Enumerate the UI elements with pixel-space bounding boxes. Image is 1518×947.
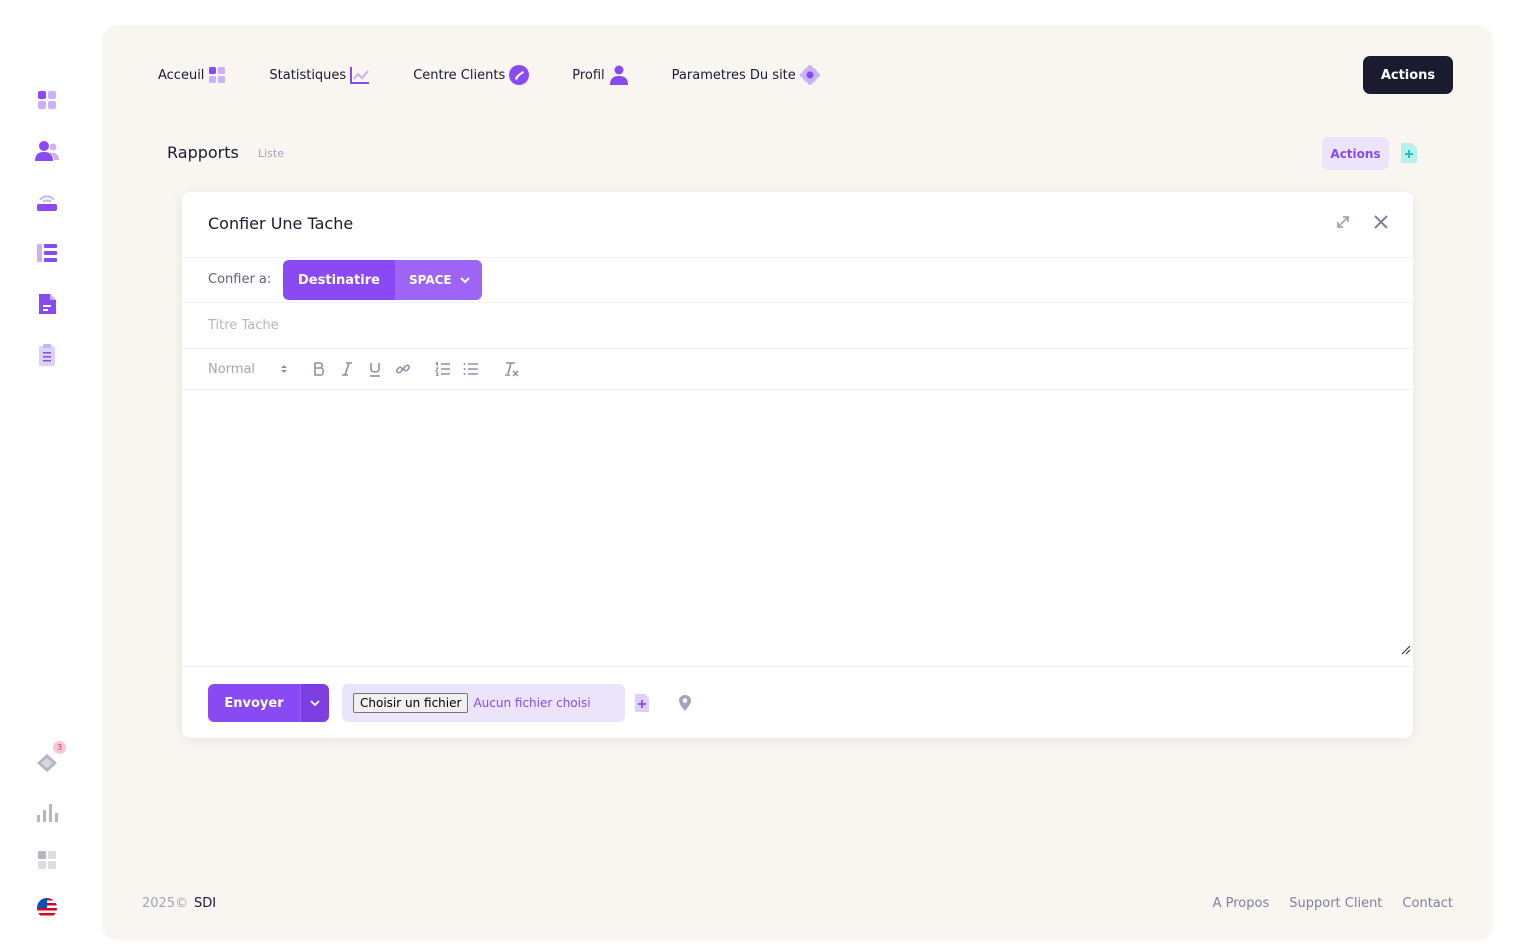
modal-tools: [1335, 214, 1389, 234]
file-add-icon[interactable]: [634, 693, 650, 713]
nav-label: Acceuil: [158, 67, 205, 83]
file-picker: Choisir un fichier Aucun fichier choisi: [342, 684, 625, 722]
close-icon[interactable]: [1373, 214, 1389, 234]
location-icon[interactable]: [678, 694, 692, 712]
apps-icon[interactable]: [34, 847, 60, 873]
nav-label: Statistiques: [269, 67, 347, 83]
line-chart-icon: [350, 67, 370, 84]
format-select-value: Normal: [208, 361, 256, 377]
send-split-button: Envoyer: [208, 684, 329, 722]
top-navigation: Acceuil Statistiques Centre Clients Prof…: [158, 63, 863, 87]
main-panel: Acceuil Statistiques Centre Clients Prof…: [102, 25, 1493, 941]
task-title-input[interactable]: [208, 312, 1388, 338]
divider: [182, 348, 1413, 349]
expand-icon[interactable]: [1335, 214, 1351, 234]
company-link[interactable]: SDI: [194, 896, 216, 911]
tag-icon[interactable]: 3: [34, 741, 66, 776]
document-icon[interactable]: [34, 291, 60, 317]
format-select[interactable]: Normal: [208, 362, 293, 377]
gear-icon: [799, 65, 820, 85]
footer-link-support-client[interactable]: Support Client: [1289, 896, 1382, 911]
space-dropdown[interactable]: SPACE: [395, 260, 482, 300]
nav-item-statistiques[interactable]: Statistiques: [269, 65, 371, 85]
dashboard-icon[interactable]: [34, 87, 60, 113]
router-icon[interactable]: [34, 189, 60, 215]
bullet-list-icon[interactable]: [457, 358, 485, 380]
nav-item-centre-clients[interactable]: Centre Clients: [413, 64, 530, 86]
link-icon[interactable]: [389, 358, 417, 380]
ordered-list-icon[interactable]: [429, 358, 457, 380]
footer-link-a-propos[interactable]: A Propos: [1213, 896, 1270, 911]
modal-footer: Envoyer Choisir un fichier Aucun fichier…: [208, 684, 692, 722]
choose-file-button[interactable]: Choisir un fichier: [353, 693, 469, 713]
sort-arrows-icon: [281, 365, 287, 373]
page-subtitle: Liste: [258, 147, 284, 160]
page-footer: 2025© SDI A Propos Support Client Contac…: [142, 896, 1453, 914]
top-actions-button[interactable]: Actions: [1363, 56, 1453, 94]
footer-links: A Propos Support Client Contact: [1213, 896, 1453, 911]
assign-split-button: Destinatire SPACE: [283, 260, 482, 300]
page-actions-button[interactable]: Actions: [1322, 137, 1389, 170]
phone-icon: [509, 65, 530, 85]
italic-icon[interactable]: [333, 358, 361, 380]
nav-item-acceuil[interactable]: Acceuil: [158, 65, 227, 85]
us-flag-icon[interactable]: [34, 895, 60, 921]
underline-icon[interactable]: [361, 358, 389, 380]
file-status: Aucun fichier choisi: [473, 696, 591, 710]
user-icon: [609, 65, 628, 85]
copyright: 2025©: [142, 896, 189, 911]
divider: [182, 302, 1413, 303]
clipboard-icon[interactable]: [34, 342, 60, 368]
file-add-icon[interactable]: [1400, 142, 1418, 168]
send-button[interactable]: Envoyer: [208, 684, 300, 722]
users-icon[interactable]: [34, 138, 60, 164]
editor-toolbar: Normal: [208, 358, 525, 380]
sidebar: 3: [0, 0, 95, 947]
bar-chart-icon[interactable]: [34, 800, 60, 826]
resize-handle-icon[interactable]: [1401, 640, 1411, 659]
recipient-button[interactable]: Destinatire: [283, 260, 395, 300]
chevron-down-icon: [310, 700, 320, 707]
grid-icon: [209, 67, 226, 83]
footer-link-contact[interactable]: Contact: [1402, 896, 1453, 911]
notification-badge: 3: [53, 741, 66, 754]
assign-label: Confier a:: [208, 272, 272, 287]
send-options-button[interactable]: [300, 684, 329, 722]
nav-item-profil[interactable]: Profil: [572, 64, 629, 86]
clear-format-icon[interactable]: [497, 358, 525, 380]
bold-icon[interactable]: [305, 358, 333, 380]
divider: [182, 666, 1413, 667]
divider: [182, 257, 1413, 258]
nav-label: Centre Clients: [413, 67, 506, 83]
modal-title: Confier Une Tache: [208, 214, 354, 233]
list-icon[interactable]: [34, 240, 60, 266]
nav-label: Parametres Du site: [671, 67, 796, 83]
nav-label: Profil: [572, 67, 605, 83]
rich-text-editor[interactable]: [182, 390, 1413, 665]
chevron-down-icon: [459, 277, 470, 284]
page-title: Rapports: [167, 143, 239, 162]
nav-item-parametres[interactable]: Parametres Du site: [672, 64, 821, 86]
space-label: SPACE: [409, 273, 452, 287]
task-modal: Confier Une Tache Confier a: Destinatire…: [182, 192, 1413, 738]
